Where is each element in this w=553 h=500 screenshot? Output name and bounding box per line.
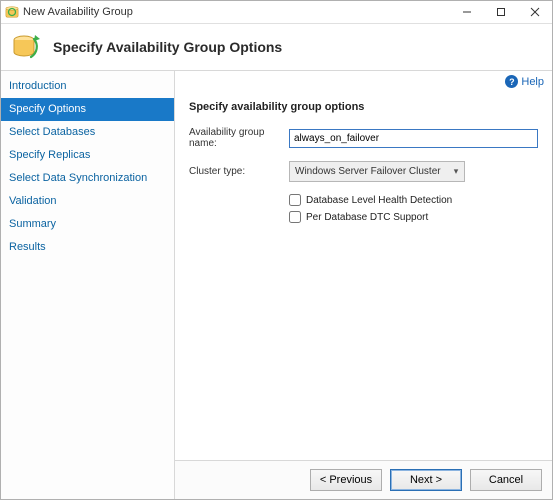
row-cluster-type: Cluster type: Windows Server Failover Cl… — [189, 161, 538, 182]
row-dtc-support: Per Database DTC Support — [289, 211, 538, 223]
step-select-data-sync[interactable]: Select Data Synchronization — [1, 167, 174, 190]
help-icon: ? — [505, 75, 518, 88]
wizard-window: New Availability Group Specify Availabil… — [0, 0, 553, 500]
section-heading: Specify availability group options — [189, 101, 538, 113]
cancel-button[interactable]: Cancel — [470, 469, 542, 491]
checkbox-dtc-support[interactable] — [289, 211, 301, 223]
step-specify-replicas[interactable]: Specify Replicas — [1, 144, 174, 167]
content-pane: ? Help Specify availability group option… — [175, 71, 552, 499]
help-label: Help — [521, 76, 544, 88]
row-db-health: Database Level Health Detection — [289, 194, 538, 206]
minimize-button[interactable] — [450, 1, 484, 23]
content-inner: Specify availability group options Avail… — [175, 71, 552, 460]
maximize-button[interactable] — [484, 1, 518, 23]
label-db-health: Database Level Health Detection — [306, 195, 452, 206]
window-controls — [450, 1, 552, 23]
header-section: Specify Availability Group Options — [1, 24, 552, 71]
step-introduction[interactable]: Introduction — [1, 75, 174, 98]
page-title: Specify Availability Group Options — [53, 39, 282, 55]
next-button[interactable]: Next > — [390, 469, 462, 491]
chevron-down-icon: ▾ — [448, 166, 464, 177]
step-summary[interactable]: Summary — [1, 213, 174, 236]
wizard-body: Introduction Specify Options Select Data… — [1, 71, 552, 499]
step-sidebar: Introduction Specify Options Select Data… — [1, 71, 175, 499]
step-results[interactable]: Results — [1, 236, 174, 259]
help-link[interactable]: ? Help — [505, 75, 544, 88]
close-button[interactable] — [518, 1, 552, 23]
header-icon — [9, 31, 41, 63]
group-name-input[interactable] — [289, 129, 538, 148]
row-group-name: Availability group name: — [189, 127, 538, 149]
label-group-name: Availability group name: — [189, 127, 289, 149]
button-bar: < Previous Next > Cancel — [175, 460, 552, 499]
step-specify-options[interactable]: Specify Options — [1, 98, 174, 121]
checkbox-db-health[interactable] — [289, 194, 301, 206]
cluster-type-value: Windows Server Failover Cluster — [290, 166, 448, 177]
label-dtc-support: Per Database DTC Support — [306, 212, 428, 223]
previous-button[interactable]: < Previous — [310, 469, 382, 491]
titlebar: New Availability Group — [1, 1, 552, 24]
app-icon — [5, 5, 19, 19]
step-select-databases[interactable]: Select Databases — [1, 121, 174, 144]
cluster-type-select[interactable]: Windows Server Failover Cluster ▾ — [289, 161, 465, 182]
label-cluster-type: Cluster type: — [189, 166, 289, 177]
window-title: New Availability Group — [23, 6, 450, 18]
step-validation[interactable]: Validation — [1, 190, 174, 213]
